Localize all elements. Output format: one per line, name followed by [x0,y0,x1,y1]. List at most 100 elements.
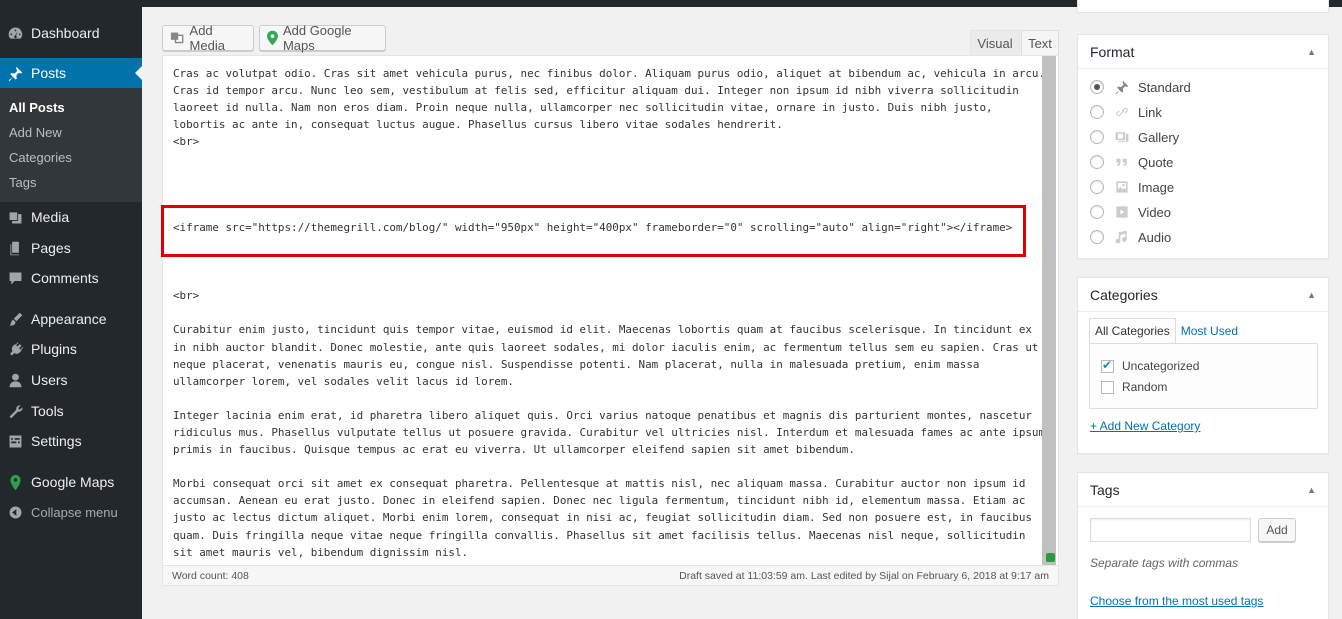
media-icon [0,202,30,232]
menu-media[interactable]: Media [0,202,142,232]
submenu-all-posts[interactable]: All Posts [9,100,65,115]
checkbox[interactable] [1101,380,1114,394]
radio-button[interactable] [1090,105,1104,119]
radio-button[interactable] [1090,80,1104,94]
format-option-image[interactable]: Image [1090,177,1174,197]
comment-icon [0,263,30,293]
radio-button[interactable] [1090,205,1104,219]
menu-users[interactable]: Users [0,365,142,395]
categories-panel-header[interactable]: Categories ▲ [1078,278,1328,312]
format-option-standard[interactable]: Standard [1090,77,1191,97]
map-pin-icon [267,30,278,46]
tags-panel: Tags ▲ Add Separate tags with commas Cho… [1077,472,1329,619]
radio-button[interactable] [1090,230,1104,244]
format-panel-header[interactable]: Format ▲ [1078,35,1328,69]
menu-label: Users [31,372,68,388]
menu-label: Posts [31,65,67,81]
menu-comments[interactable]: Comments [0,263,142,293]
collapse-arrow-icon[interactable]: ▲ [1307,290,1316,300]
menu-pages[interactable]: Pages [0,233,142,263]
collapse-icon [0,497,30,527]
menu-label: Collapse menu [31,504,118,520]
panel-title: Categories [1090,286,1158,303]
menu-label: Plugins [31,341,77,357]
menu-label: Comments [31,270,99,286]
tab-most-used[interactable]: Most Used [1176,318,1243,344]
categories-checklist: Uncategorized Random [1089,343,1318,409]
media-icon [170,32,184,44]
map-pin-icon [0,467,30,497]
tag-input[interactable] [1090,518,1251,542]
publish-panel-bottom [1077,0,1329,13]
menu-label: Settings [31,433,82,449]
panel-title: Format [1090,43,1135,60]
menu-label: Pages [31,240,71,256]
menu-tools[interactable]: Tools [0,396,142,426]
tab-text[interactable]: Text [1021,30,1059,55]
format-label: Audio [1138,229,1172,245]
choose-most-used-tags-link[interactable]: Choose from the most used tags [1090,594,1263,608]
format-label: Gallery [1138,129,1180,145]
submenu-categories[interactable]: Categories [9,150,72,165]
add-media-button[interactable]: Add Media [162,23,254,53]
plug-icon [0,334,30,364]
format-label: Image [1138,179,1175,195]
menu-google-maps[interactable]: Google Maps [0,467,142,497]
menu-posts[interactable]: Posts [0,58,142,88]
add-google-maps-button[interactable]: Add Google Maps [259,23,386,53]
menu-settings[interactable]: Settings [0,426,142,456]
format-option-audio[interactable]: Audio [1090,227,1171,247]
dashboard-icon [0,18,30,48]
editor-textarea[interactable]: Cras ac volutpat odio. Cras sit amet veh… [162,55,1059,566]
menu-label: Appearance [31,311,107,327]
pin-icon [0,58,30,88]
pin-icon [1112,78,1132,96]
submenu-add-new[interactable]: Add New [9,125,62,140]
pages-icon [0,233,30,263]
resize-handle[interactable] [1046,553,1055,562]
tags-panel-header[interactable]: Tags ▲ [1078,473,1328,507]
format-option-link[interactable]: Link [1090,102,1162,122]
category-item-uncategorized[interactable]: Uncategorized [1101,358,1200,373]
editor-scrollbar[interactable] [1042,56,1056,565]
image-icon [1112,178,1132,196]
collapse-menu-button[interactable]: Collapse menu [0,497,142,527]
radio-button[interactable] [1090,155,1104,169]
tab-all-categories[interactable]: All Categories [1089,318,1176,344]
collapse-arrow-icon[interactable]: ▲ [1307,485,1316,495]
format-panel: Format ▲ Standard Link Gallery Quote Ima… [1077,34,1329,259]
format-label: Link [1138,104,1162,120]
editor-content[interactable]: Cras ac volutpat odio. Cras sit amet veh… [173,65,1045,561]
menu-plugins[interactable]: Plugins [0,334,142,364]
category-item-random[interactable]: Random [1101,380,1167,394]
admin-sidebar: Dashboard Posts All Posts Add New Catego… [0,0,142,619]
format-option-gallery[interactable]: Gallery [1090,127,1179,147]
gallery-icon [1112,128,1132,146]
editor-status-bar: Word count: 408 Draft saved at 11:03:59 … [162,566,1059,586]
format-option-video[interactable]: Video [1090,202,1171,222]
user-icon [0,365,30,395]
add-tag-button[interactable]: Add [1258,518,1296,542]
add-media-label: Add Media [189,23,225,53]
collapse-arrow-icon[interactable]: ▲ [1307,47,1316,57]
category-label: Uncategorized [1122,359,1200,373]
menu-appearance[interactable]: Appearance [0,304,142,334]
menu-dashboard[interactable]: Dashboard [0,18,142,48]
tab-visual[interactable]: Visual [970,30,1020,55]
submenu-tags[interactable]: Tags [9,175,36,190]
category-label: Random [1122,380,1168,394]
format-label: Quote [1138,154,1174,170]
radio-button[interactable] [1090,180,1104,194]
menu-label: Dashboard [31,25,100,41]
panel-title: Tags [1090,481,1120,498]
word-count: Word count: 408 [172,570,249,582]
add-google-maps-label: Add Google Maps [282,23,352,53]
radio-button[interactable] [1090,130,1104,144]
format-option-quote[interactable]: Quote [1090,152,1173,172]
posts-submenu: All Posts Add New Categories Tags [0,88,142,202]
settings-icon [0,426,30,456]
checkbox[interactable] [1101,358,1114,373]
video-icon [1112,203,1132,221]
add-new-category-link[interactable]: + Add New Category [1090,419,1200,433]
menu-label: Tools [31,403,64,419]
